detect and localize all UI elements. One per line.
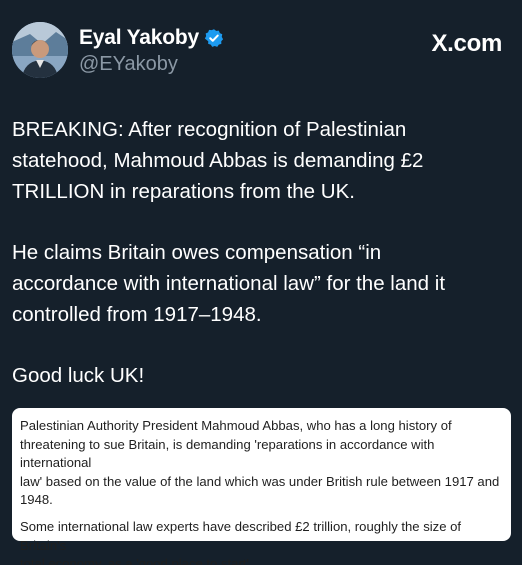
tweet-paragraph: He claims Britain owes compensation “in … (12, 241, 446, 326)
tweet-paragraph: BREAKING: After recognition of Palestini… (12, 118, 424, 203)
author-info: Eyal Yakoby @EYakoby (79, 26, 224, 76)
author-display-name[interactable]: Eyal Yakoby (79, 26, 199, 50)
tweet-paragraph: Good luck UK! (12, 364, 145, 387)
excerpt-paragraph: Some international law experts have desc… (20, 518, 462, 565)
tweet-card: Eyal Yakoby @EYakoby X.com BREAKING: Aft… (0, 0, 522, 565)
excerpt-paragraph: Palestinian Authority President Mahmoud … (20, 418, 500, 508)
name-row: Eyal Yakoby (79, 26, 224, 50)
brand-label: X.com (431, 30, 502, 57)
verified-badge-icon (204, 28, 224, 48)
author-handle[interactable]: @EYakoby (79, 53, 224, 76)
tweet-body: BREAKING: After recognition of Palestini… (12, 114, 512, 421)
avatar-photo-icon (12, 22, 68, 78)
avatar[interactable] (12, 22, 68, 78)
attached-image-excerpt[interactable]: Palestinian Authority President Mahmoud … (12, 408, 511, 565)
